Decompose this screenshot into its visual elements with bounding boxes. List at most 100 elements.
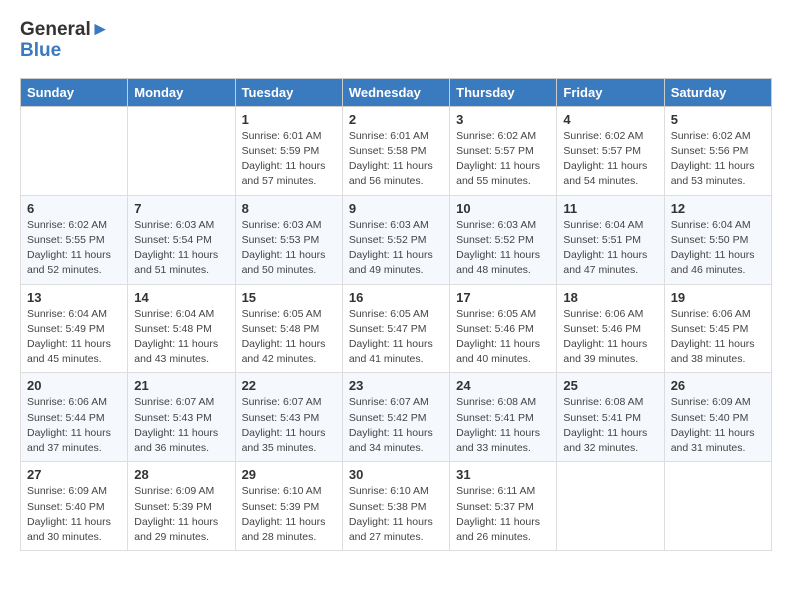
calendar-cell xyxy=(128,106,235,195)
calendar-cell: 5Sunrise: 6:02 AMSunset: 5:56 PMDaylight… xyxy=(664,106,771,195)
logo-bird-icon: ► xyxy=(91,19,110,40)
day-number: 12 xyxy=(671,201,765,216)
day-info: Sunrise: 6:10 AMSunset: 5:38 PMDaylight:… xyxy=(349,484,443,545)
calendar-cell: 31 Sunrise: 6:11 AMSunset: 5:37 PMDayligh… xyxy=(450,462,557,551)
calendar-cell: 11Sunrise: 6:04 AMSunset: 5:51 PMDayligh… xyxy=(557,195,664,284)
day-number: 18 xyxy=(563,290,657,305)
calendar-cell: 2 Sunrise: 6:01 AMSunset: 5:58 PMDaylight… xyxy=(342,106,449,195)
day-number: 17 xyxy=(456,290,550,305)
col-header-wednesday: Wednesday xyxy=(342,78,449,106)
col-header-friday: Friday xyxy=(557,78,664,106)
day-info: Sunrise: 6:02 AMSunset: 5:56 PMDaylight:… xyxy=(671,129,765,190)
day-number: 9 xyxy=(349,201,443,216)
day-info: Sunrise: 6:06 AMSunset: 5:46 PMDaylight:… xyxy=(563,307,657,368)
day-number: 16 xyxy=(349,290,443,305)
day-number: 20 xyxy=(27,378,121,393)
calendar-cell: 1 Sunrise: 6:01 AMSunset: 5:59 PMDaylight… xyxy=(235,106,342,195)
calendar-cell: 10 Sunrise: 6:03 AMSunset: 5:52 PMDayligh… xyxy=(450,195,557,284)
calendar-cell: 16Sunrise: 6:05 AMSunset: 5:47 PMDayligh… xyxy=(342,284,449,373)
day-number: 21 xyxy=(134,378,228,393)
calendar-cell: 25 Sunrise: 6:08 AMSunset: 5:41 PMDayligh… xyxy=(557,373,664,462)
day-info: Sunrise: 6:01 AMSunset: 5:59 PMDaylight:… xyxy=(242,129,336,190)
day-info: Sunrise: 6:08 AMSunset: 5:41 PMDaylight:… xyxy=(563,395,657,456)
day-number: 29 xyxy=(242,467,336,482)
col-header-tuesday: Tuesday xyxy=(235,78,342,106)
day-info: Sunrise: 6:07 AMSunset: 5:43 PMDaylight:… xyxy=(242,395,336,456)
calendar-cell: 9Sunrise: 6:03 AMSunset: 5:52 PMDaylight… xyxy=(342,195,449,284)
day-number: 6 xyxy=(27,201,121,216)
day-number: 24 xyxy=(456,378,550,393)
day-number: 28 xyxy=(134,467,228,482)
calendar-cell: 29 Sunrise: 6:10 AMSunset: 5:39 PMDayligh… xyxy=(235,462,342,551)
calendar-cell: 4 Sunrise: 6:02 AMSunset: 5:57 PMDaylight… xyxy=(557,106,664,195)
calendar-cell: 30Sunrise: 6:10 AMSunset: 5:38 PMDayligh… xyxy=(342,462,449,551)
logo: General► Blue xyxy=(20,20,110,62)
day-number: 15 xyxy=(242,290,336,305)
calendar-cell: 3Sunrise: 6:02 AMSunset: 5:57 PMDaylight… xyxy=(450,106,557,195)
day-number: 25 xyxy=(563,378,657,393)
calendar-week-row: 6 Sunrise: 6:02 AMSunset: 5:55 PMDaylight… xyxy=(21,195,772,284)
day-info: Sunrise: 6:03 AMSunset: 5:53 PMDaylight:… xyxy=(242,218,336,279)
logo-blue: Blue xyxy=(20,40,61,61)
day-info: Sunrise: 6:03 AMSunset: 5:52 PMDaylight:… xyxy=(456,218,550,279)
day-number: 13 xyxy=(27,290,121,305)
day-info: Sunrise: 6:06 AMSunset: 5:44 PMDaylight:… xyxy=(27,395,121,456)
day-info: Sunrise: 6:01 AMSunset: 5:58 PMDaylight:… xyxy=(349,129,443,190)
day-info: Sunrise: 6:11 AMSunset: 5:37 PMDaylight:… xyxy=(456,484,550,545)
day-info: Sunrise: 6:04 AMSunset: 5:48 PMDaylight:… xyxy=(134,307,228,368)
day-number: 22 xyxy=(242,378,336,393)
calendar-cell: 20 Sunrise: 6:06 AMSunset: 5:44 PMDayligh… xyxy=(21,373,128,462)
calendar-cell: 14Sunrise: 6:04 AMSunset: 5:48 PMDayligh… xyxy=(128,284,235,373)
day-number: 2 xyxy=(349,112,443,127)
day-number: 8 xyxy=(242,201,336,216)
calendar-cell: 26Sunrise: 6:09 AMSunset: 5:40 PMDayligh… xyxy=(664,373,771,462)
day-info: Sunrise: 6:06 AMSunset: 5:45 PMDaylight:… xyxy=(671,307,765,368)
day-info: Sunrise: 6:09 AMSunset: 5:40 PMDaylight:… xyxy=(27,484,121,545)
day-info: Sunrise: 6:02 AMSunset: 5:55 PMDaylight:… xyxy=(27,218,121,279)
calendar-header-row: SundayMondayTuesdayWednesdayThursdayFrid… xyxy=(21,78,772,106)
calendar-cell xyxy=(557,462,664,551)
calendar-week-row: 20 Sunrise: 6:06 AMSunset: 5:44 PMDayligh… xyxy=(21,373,772,462)
day-info: Sunrise: 6:02 AMSunset: 5:57 PMDaylight:… xyxy=(563,129,657,190)
day-number: 1 xyxy=(242,112,336,127)
calendar-cell: 23 Sunrise: 6:07 AMSunset: 5:42 PMDayligh… xyxy=(342,373,449,462)
day-info: Sunrise: 6:07 AMSunset: 5:43 PMDaylight:… xyxy=(134,395,228,456)
day-number: 19 xyxy=(671,290,765,305)
calendar-cell: 19 Sunrise: 6:06 AMSunset: 5:45 PMDayligh… xyxy=(664,284,771,373)
day-info: Sunrise: 6:05 AMSunset: 5:46 PMDaylight:… xyxy=(456,307,550,368)
calendar-cell: 13Sunrise: 6:04 AMSunset: 5:49 PMDayligh… xyxy=(21,284,128,373)
calendar-cell: 28Sunrise: 6:09 AMSunset: 5:39 PMDayligh… xyxy=(128,462,235,551)
calendar-cell: 17 Sunrise: 6:05 AMSunset: 5:46 PMDayligh… xyxy=(450,284,557,373)
calendar-week-row: 13Sunrise: 6:04 AMSunset: 5:49 PMDayligh… xyxy=(21,284,772,373)
day-info: Sunrise: 6:10 AMSunset: 5:39 PMDaylight:… xyxy=(242,484,336,545)
calendar-week-row: 27 Sunrise: 6:09 AMSunset: 5:40 PMDayligh… xyxy=(21,462,772,551)
page-header: General► Blue xyxy=(20,20,772,62)
calendar-cell: 21 Sunrise: 6:07 AMSunset: 5:43 PMDayligh… xyxy=(128,373,235,462)
calendar-cell: 12Sunrise: 6:04 AMSunset: 5:50 PMDayligh… xyxy=(664,195,771,284)
calendar-week-row: 1 Sunrise: 6:01 AMSunset: 5:59 PMDaylight… xyxy=(21,106,772,195)
col-header-sunday: Sunday xyxy=(21,78,128,106)
col-header-monday: Monday xyxy=(128,78,235,106)
day-info: Sunrise: 6:08 AMSunset: 5:41 PMDaylight:… xyxy=(456,395,550,456)
calendar-table: SundayMondayTuesdayWednesdayThursdayFrid… xyxy=(20,78,772,551)
calendar-cell: 15 Sunrise: 6:05 AMSunset: 5:48 PMDayligh… xyxy=(235,284,342,373)
day-number: 31 xyxy=(456,467,550,482)
day-number: 26 xyxy=(671,378,765,393)
calendar-cell: 24 Sunrise: 6:08 AMSunset: 5:41 PMDayligh… xyxy=(450,373,557,462)
col-header-saturday: Saturday xyxy=(664,78,771,106)
day-number: 3 xyxy=(456,112,550,127)
day-number: 10 xyxy=(456,201,550,216)
calendar-cell xyxy=(664,462,771,551)
day-info: Sunrise: 6:03 AMSunset: 5:54 PMDaylight:… xyxy=(134,218,228,279)
logo-general: General xyxy=(20,19,91,40)
calendar-cell: 6 Sunrise: 6:02 AMSunset: 5:55 PMDaylight… xyxy=(21,195,128,284)
calendar-cell: 27 Sunrise: 6:09 AMSunset: 5:40 PMDayligh… xyxy=(21,462,128,551)
day-number: 4 xyxy=(563,112,657,127)
day-info: Sunrise: 6:05 AMSunset: 5:48 PMDaylight:… xyxy=(242,307,336,368)
day-number: 23 xyxy=(349,378,443,393)
calendar-cell: 7Sunrise: 6:03 AMSunset: 5:54 PMDaylight… xyxy=(128,195,235,284)
day-number: 27 xyxy=(27,467,121,482)
day-info: Sunrise: 6:04 AMSunset: 5:51 PMDaylight:… xyxy=(563,218,657,279)
calendar-cell: 22 Sunrise: 6:07 AMSunset: 5:43 PMDayligh… xyxy=(235,373,342,462)
day-info: Sunrise: 6:07 AMSunset: 5:42 PMDaylight:… xyxy=(349,395,443,456)
